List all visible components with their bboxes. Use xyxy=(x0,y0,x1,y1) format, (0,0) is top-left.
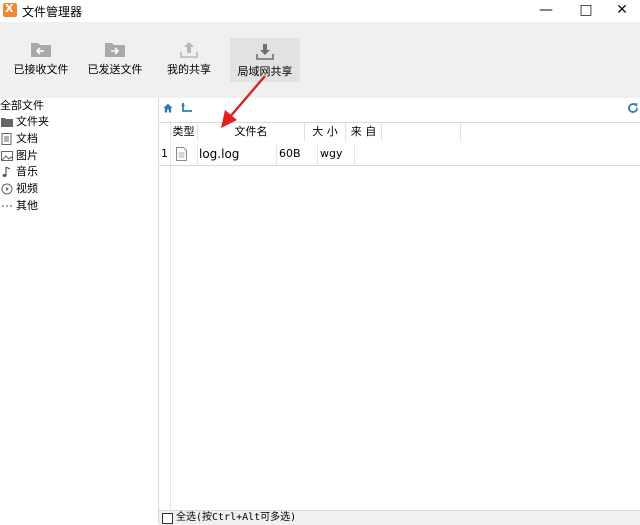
cell-divider xyxy=(276,145,277,165)
cell-divider xyxy=(317,145,318,165)
file-source: wgy xyxy=(320,147,343,160)
received-folder-icon xyxy=(31,43,51,57)
video-icon xyxy=(1,183,13,195)
received-files-button[interactable]: 已接收文件 xyxy=(6,36,76,86)
sidebar-item-label: 图片 xyxy=(16,149,38,162)
sidebar: 全部文件 文件夹 文档 图片 音乐 视频 其他 xyxy=(0,98,159,524)
sidebar-item-label: 视频 xyxy=(16,182,38,195)
received-files-label: 已接收文件 xyxy=(13,63,69,76)
sent-files-label: 已发送文件 xyxy=(87,63,143,76)
annotation-arrow xyxy=(221,75,266,128)
sidebar-item-label: 全部文件 xyxy=(0,99,44,112)
column-header-empty xyxy=(382,123,461,141)
app-logo-icon xyxy=(3,2,17,17)
sent-files-button[interactable]: 已发送文件 xyxy=(80,36,150,86)
column-header-from[interactable]: 来 自 xyxy=(346,123,382,141)
row-index: 1 xyxy=(161,147,168,160)
sidebar-item-label: 其他 xyxy=(16,199,38,212)
toolbar: 已接收文件 已发送文件 我的共享 局域网共享 xyxy=(0,22,640,98)
sidebar-item-label: 音乐 xyxy=(16,165,38,178)
close-button[interactable]: ✕ xyxy=(607,0,637,22)
download-icon xyxy=(256,44,274,60)
column-header-size[interactable]: 大 小 xyxy=(305,123,346,141)
home-icon[interactable] xyxy=(163,103,173,113)
file-icon xyxy=(176,147,187,161)
column-header-type[interactable]: 类型 xyxy=(170,123,198,141)
folder-icon xyxy=(1,118,13,127)
row-number-divider xyxy=(170,123,171,511)
more-icon xyxy=(2,205,12,207)
select-all-checkbox[interactable] xyxy=(162,513,173,524)
file-name: log.log xyxy=(199,147,240,161)
footer-bar: 全选(按Ctrl+Alt可多选) xyxy=(159,510,640,525)
my-share-label: 我的共享 xyxy=(167,63,211,76)
cell-divider xyxy=(197,145,198,165)
window-title: 文件管理器 xyxy=(22,5,83,19)
table-row[interactable]: 1 log.log 60B wgy xyxy=(159,145,640,166)
upload-icon xyxy=(180,42,198,58)
sidebar-item-label: 文档 xyxy=(16,132,38,145)
cell-divider xyxy=(354,145,355,165)
title-bar: 文件管理器 — □ ✕ xyxy=(0,0,640,22)
minimize-button[interactable]: — xyxy=(531,0,561,22)
sent-folder-icon xyxy=(105,43,125,57)
file-table: 类型 文件名 大 小 来 自 1 log.log 60B wgy xyxy=(159,122,640,511)
refresh-icon[interactable] xyxy=(627,102,639,114)
back-up-icon[interactable] xyxy=(181,103,193,113)
image-icon xyxy=(1,151,13,161)
file-size: 60B xyxy=(279,147,301,160)
document-icon xyxy=(1,133,12,145)
music-icon xyxy=(2,166,11,177)
maximize-button[interactable]: □ xyxy=(571,0,601,22)
select-all-label: 全选(按Ctrl+Alt可多选) xyxy=(176,512,297,523)
my-share-button[interactable]: 我的共享 xyxy=(154,36,224,86)
sidebar-item-label: 文件夹 xyxy=(16,115,49,128)
